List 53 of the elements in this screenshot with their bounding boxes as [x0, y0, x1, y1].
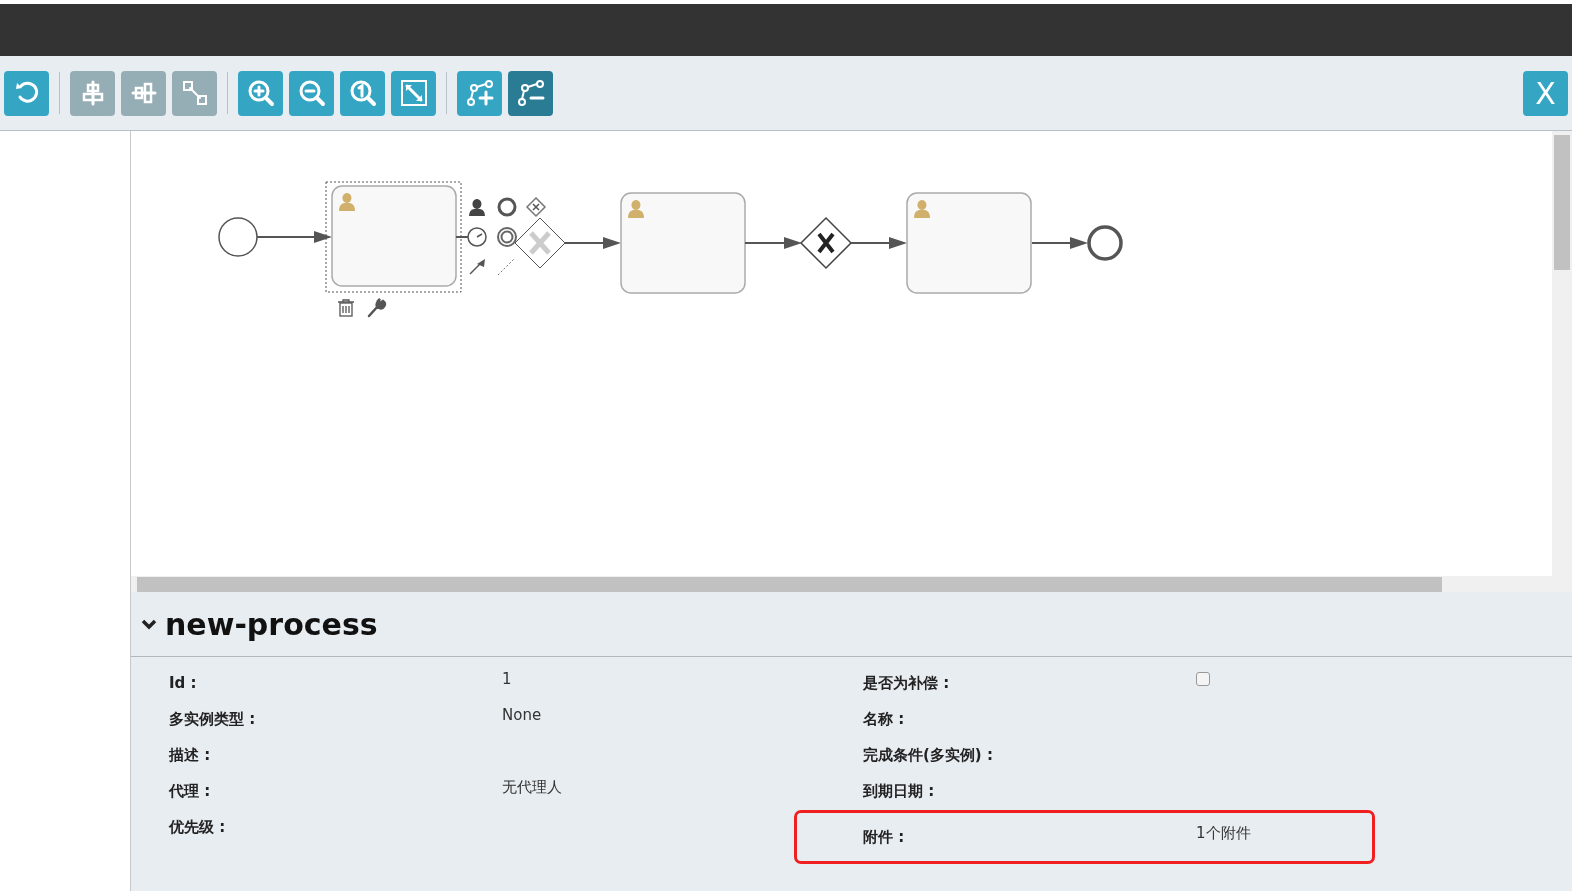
property-value: 1个附件: [1196, 823, 1252, 843]
toolbar-button[interactable]: [457, 70, 502, 116]
process-title: new-process: [165, 606, 378, 642]
property-label: 多实例类型 :: [169, 709, 257, 729]
property-label: 完成条件(多实例) :: [863, 745, 994, 765]
user-icon: [339, 193, 355, 211]
property-label: 名称 :: [863, 709, 906, 729]
property-value: 1: [502, 670, 513, 688]
remove-bendpoint-icon: [515, 78, 546, 108]
connection-arrow-icon[interactable]: [469, 259, 485, 275]
start-event[interactable]: [218, 217, 258, 257]
exclusive-gateway[interactable]: [799, 216, 853, 270]
association-icon[interactable]: [497, 257, 516, 276]
user-task[interactable]: [906, 192, 1032, 294]
user-icon[interactable]: [469, 199, 485, 216]
property-label: 优先级 :: [169, 817, 227, 837]
user-icon: [914, 200, 930, 218]
property-label: 附件 :: [863, 827, 906, 847]
wrench-icon[interactable]: [367, 297, 386, 318]
toolbar-button[interactable]: [508, 70, 553, 116]
toolbar-button[interactable]: [391, 70, 436, 116]
property-label: 到期日期 :: [863, 781, 936, 801]
property-value: None: [502, 706, 543, 724]
horizontal-scrollbar[interactable]: [131, 576, 1552, 592]
checkbox[interactable]: [1196, 672, 1210, 686]
intermediate-event-icon[interactable]: [497, 227, 517, 247]
sequence-flow-arrow: [744, 237, 802, 249]
toolbar-button[interactable]: [340, 70, 385, 116]
gateway-outline: [514, 217, 566, 269]
end-event[interactable]: [1087, 225, 1123, 261]
gateway-icon[interactable]: [525, 196, 547, 218]
user-task[interactable]: [331, 185, 457, 287]
toolbar-button[interactable]: [289, 70, 334, 116]
property-value: 无代理人: [502, 777, 563, 797]
chevron-icon[interactable]: [141, 618, 157, 630]
property-label: 代理 :: [169, 781, 212, 801]
toolbar-button[interactable]: [238, 70, 283, 116]
timer-event-icon[interactable]: [467, 227, 487, 247]
sequence-flow-arrow: [564, 237, 621, 249]
toolbar-button[interactable]: [4, 70, 49, 116]
close-button[interactable]: X: [1523, 70, 1568, 116]
fit-to-screen-icon: [398, 78, 429, 108]
sequence-flow-arrow: [850, 237, 907, 249]
end-event-icon[interactable]: [497, 197, 517, 217]
vertical-scrollbar[interactable]: [1552, 131, 1572, 592]
property-label: Id :: [169, 674, 198, 692]
property-label: 是否为补偿 :: [863, 673, 951, 693]
user-icon: [628, 200, 644, 218]
property-label: 描述 :: [169, 745, 212, 765]
add-bendpoint-icon: [464, 78, 495, 108]
user-task[interactable]: [620, 192, 746, 294]
delete-icon[interactable]: [337, 299, 355, 317]
sequence-flow-arrow: [1031, 237, 1088, 249]
